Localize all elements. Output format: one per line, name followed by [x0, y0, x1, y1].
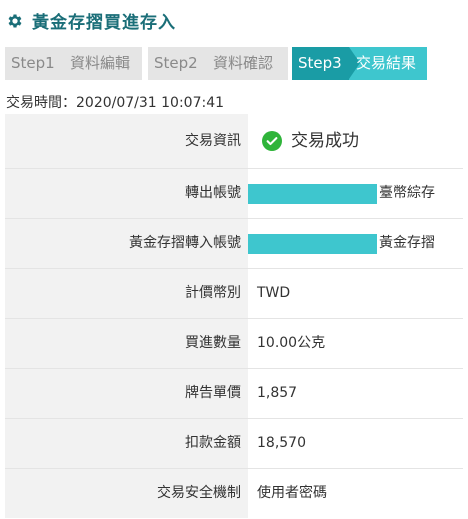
step-3-label: 交易結果 — [356, 54, 417, 72]
step-1-number: Step1 — [11, 54, 55, 72]
debit-amount-value: 18,570 — [257, 435, 306, 451]
quantity-value: 10.00公克 — [257, 335, 326, 351]
table-row-status: 交易資訊 交易成功 — [5, 114, 463, 168]
step-indicator: Step1 資料編輯 Step2 資料確認 Step3 交易結果 — [5, 47, 465, 80]
redacted-account-number — [248, 234, 377, 254]
from-account-label: 轉出帳號 — [5, 169, 248, 218]
from-account-type: 臺幣綜存 — [379, 185, 435, 201]
table-row-quantity: 買進數量 10.00公克 — [5, 318, 463, 368]
status-value: 交易成功 — [291, 131, 359, 151]
step-1: Step1 資料編輯 — [5, 47, 142, 80]
status-value-cell: 交易成功 — [248, 114, 463, 168]
step-2-label: 資料確認 — [213, 54, 274, 72]
from-account-value: 臺幣綜存 — [248, 169, 463, 218]
to-account-label: 黃金存摺轉入帳號 — [5, 219, 248, 268]
check-circle-icon — [262, 131, 282, 151]
step-2: Step2 資料確認 — [148, 47, 288, 80]
step-2-number: Step2 — [154, 54, 198, 72]
unit-price-label: 牌告單價 — [5, 369, 248, 418]
result-table: 交易資訊 交易成功 轉出帳號 臺幣綜存 黃金存摺轉入帳號 黃金存摺 計價幣別 T… — [5, 114, 463, 518]
security-value: 使用者密碼 — [257, 485, 327, 501]
redacted-account-number — [248, 184, 377, 204]
currency-value: TWD — [257, 285, 291, 301]
unit-price-value: 1,857 — [257, 385, 298, 401]
security-label: 交易安全機制 — [5, 469, 248, 518]
gear-icon — [6, 12, 24, 30]
table-row-debit-amount: 扣款金額 18,570 — [5, 418, 463, 468]
table-row-from-account: 轉出帳號 臺幣綜存 — [5, 168, 463, 218]
step-3-active: Step3 交易結果 — [292, 47, 427, 80]
to-account-value: 黃金存摺 — [248, 219, 463, 268]
to-account-type: 黃金存摺 — [379, 235, 435, 251]
table-row-currency: 計價幣別 TWD — [5, 268, 463, 318]
quantity-label: 買進數量 — [5, 319, 248, 368]
page-header: 黃金存摺買進存入 — [6, 8, 176, 33]
step-1-label: 資料編輯 — [70, 54, 131, 72]
debit-amount-label: 扣款金額 — [5, 419, 248, 468]
page-title: 黃金存摺買進存入 — [32, 13, 176, 33]
step-3-number: Step3 — [298, 54, 342, 72]
table-row-unit-price: 牌告單價 1,857 — [5, 368, 463, 418]
status-label: 交易資訊 — [5, 114, 248, 168]
table-row-to-account: 黃金存摺轉入帳號 黃金存摺 — [5, 218, 463, 268]
transaction-time: 交易時間：2020/07/31 10:07:41 — [6, 95, 225, 111]
currency-label: 計價幣別 — [5, 269, 248, 318]
table-row-security: 交易安全機制 使用者密碼 — [5, 468, 463, 518]
